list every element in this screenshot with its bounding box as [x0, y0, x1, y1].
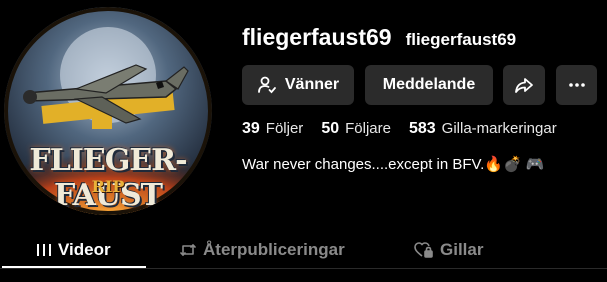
profile-tabs: Videor Återpubliceringar Gillar: [0, 232, 607, 272]
more-options-button[interactable]: [556, 65, 597, 105]
more-icon: [568, 82, 586, 88]
profile-bio: War never changes....except in BFV.🔥💣 🎮: [242, 156, 545, 173]
grid-icon: [36, 243, 52, 257]
message-button-label: Meddelande: [382, 76, 476, 93]
stat-label: Följare: [345, 120, 391, 137]
tab-label: Återpubliceringar: [203, 240, 345, 259]
heart-lock-icon: [414, 242, 434, 258]
stat-count: 39: [242, 120, 260, 137]
share-button[interactable]: [503, 65, 545, 105]
profile-name-row: fliegerfaust69 fliegerfaust69: [242, 24, 516, 51]
repost-icon: [179, 242, 197, 258]
stat-likes: 583 Gilla-markeringar: [409, 120, 557, 138]
friends-button[interactable]: Vänner: [242, 65, 354, 105]
friends-button-label: Vänner: [284, 76, 340, 93]
username: fliegerfaust69: [242, 24, 392, 50]
stat-label: Följer: [265, 120, 304, 137]
profile-stats: 39 Följer 50 Följare 583 Gilla-markering…: [242, 120, 575, 138]
avatar[interactable]: FLIEGER-FAUST RIP: [4, 7, 212, 215]
stat-following[interactable]: 39 Följer: [242, 120, 303, 138]
share-icon: [514, 75, 534, 95]
tab-likes[interactable]: Gillar: [414, 232, 483, 268]
tab-label: Videor: [58, 240, 111, 259]
user-check-icon: [257, 75, 277, 95]
stat-label: Gilla-markeringar: [441, 120, 557, 137]
stat-count: 583: [408, 120, 436, 137]
nickname: fliegerfaust69: [405, 30, 517, 49]
message-button[interactable]: Meddelande: [365, 65, 493, 105]
stat-followers[interactable]: 50 Följare: [321, 120, 391, 138]
tab-videos[interactable]: Videor: [36, 232, 111, 268]
tabs-divider: [0, 268, 607, 269]
tab-reposts[interactable]: Återpubliceringar: [179, 232, 345, 268]
active-tab-indicator: [2, 266, 146, 268]
stat-count: 50: [321, 120, 340, 137]
tab-label: Gillar: [440, 240, 484, 259]
avatar-subtitle: RIP: [91, 177, 125, 196]
